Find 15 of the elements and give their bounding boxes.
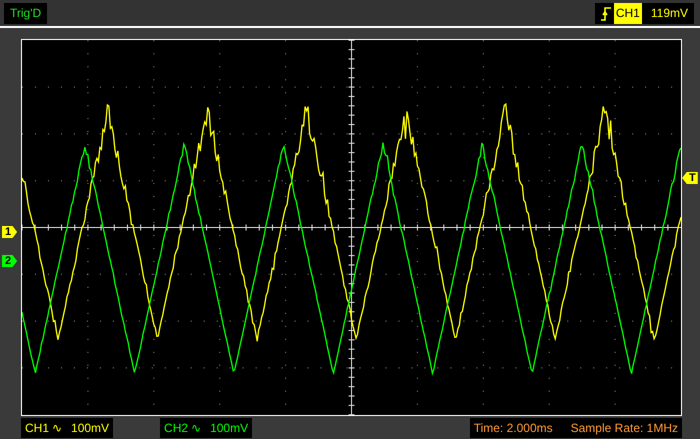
trigger-marker[interactable]: T — [682, 172, 698, 184]
channel-name: CH2 — [164, 420, 188, 437]
trigger-status: Trig'D — [4, 3, 48, 24]
rising-edge-icon — [600, 6, 611, 22]
channel-scale: 100mV — [210, 420, 248, 437]
time-per-division: Time: 2.000ms — [474, 420, 553, 437]
channel-marker[interactable]: 2 — [2, 255, 18, 267]
trigger-channel: CH1 — [614, 3, 642, 24]
coupling-symbol: ∿ — [191, 420, 202, 437]
channel-marker[interactable]: 1 — [2, 226, 18, 238]
trigger-level: 119mV — [650, 5, 688, 22]
channel-scale: 100mV — [71, 420, 110, 437]
channel-name: CH1 — [25, 420, 50, 437]
coupling-symbol: ∿ — [52, 420, 62, 437]
sample-rate: Sample Rate: 1MHz — [570, 420, 678, 437]
